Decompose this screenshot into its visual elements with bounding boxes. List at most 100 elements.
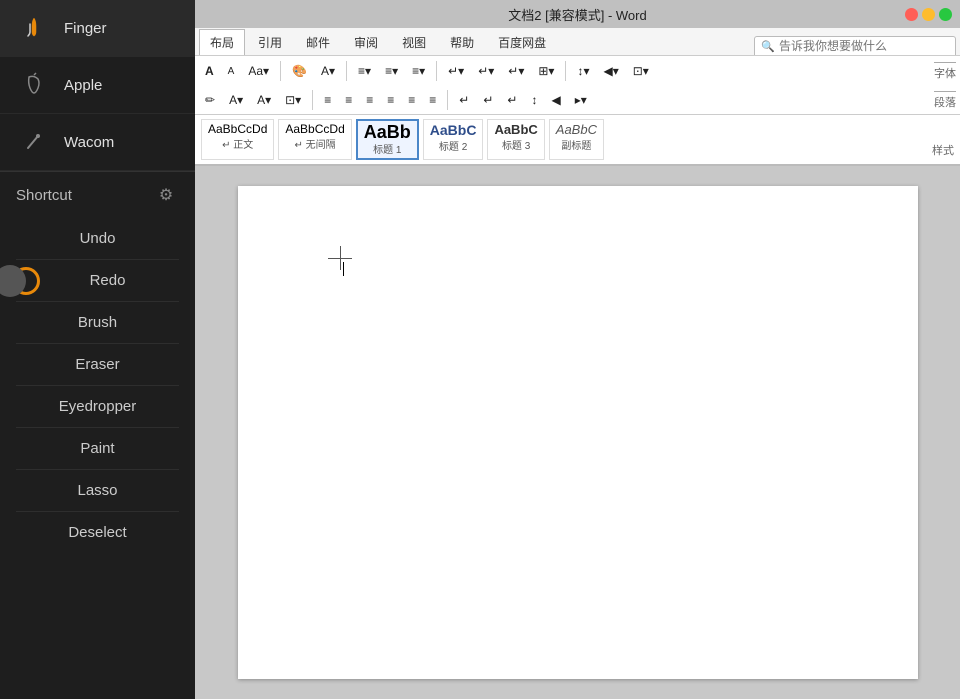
increase-indent-btn[interactable]: ↵▾ — [472, 61, 500, 81]
title-bar: 文档2 [兼容模式] - Word — [195, 0, 960, 28]
align-right-btn[interactable]: ⊡▾ — [627, 61, 655, 81]
style-subtitle-label: AaBbC — [556, 122, 597, 137]
apple-icon — [16, 67, 52, 103]
para-spacing-btn[interactable]: ↵ — [477, 90, 499, 110]
shortcut-undo-label: Undo — [80, 230, 116, 247]
style-h2-sublabel: 标题 2 — [439, 138, 467, 153]
shortcut-header: Shortcut ⚙ — [0, 172, 195, 218]
shortcut-item-eyedropper[interactable]: Eyedropper — [0, 386, 195, 427]
search-icon: 🔍 — [761, 40, 775, 53]
borders-btn[interactable]: ⊡▾ — [279, 90, 307, 110]
finger-label: Finger — [64, 20, 107, 37]
style-no-spacing-sublabel: ↵ 无间隔 — [294, 136, 335, 151]
chinese-layout-btn[interactable]: ≡ — [402, 90, 421, 110]
style-normal-label: AaBbCcDd — [208, 122, 267, 136]
document-area[interactable] — [195, 166, 960, 699]
shortcut-settings-button[interactable]: ⚙ — [153, 182, 179, 208]
shading-btn[interactable]: ↕ — [525, 90, 543, 110]
align-center-btn[interactable]: ◀▾ — [597, 61, 624, 81]
style-h1-sublabel: 标题 1 — [373, 141, 401, 156]
justify-btn[interactable]: ≡ — [381, 90, 400, 110]
ribbon-tabs: 布局 引用 邮件 审阅 视图 帮助 百度网盘 🔍 — [195, 28, 960, 56]
style-subtitle[interactable]: AaBbC 副标题 — [549, 119, 604, 160]
tab-layout[interactable]: 布局 — [199, 29, 245, 55]
sep4 — [565, 61, 566, 81]
align-left-btn[interactable]: ↕▾ — [571, 61, 595, 81]
style-normal-sublabel: ↵ 正文 — [222, 136, 253, 151]
shortcut-list: Undo Redo Brush Eraser Eyedropper Paint … — [0, 218, 195, 699]
border-btn[interactable]: ◀ — [545, 90, 566, 110]
tab-baidu[interactable]: 百度网盘 — [487, 29, 557, 55]
shortcut-item-deselect[interactable]: Deselect — [0, 512, 195, 553]
sep3 — [436, 61, 437, 81]
minimize-button[interactable] — [922, 8, 935, 21]
underline-color-btn[interactable]: A▾ — [223, 90, 249, 110]
show-marks-btn[interactable]: ⊞▾ — [532, 61, 560, 81]
style-subtitle-sublabel: 副标题 — [561, 137, 591, 152]
styles-section-label: 样式 — [932, 142, 954, 160]
more-btn[interactable]: ▸▾ — [569, 90, 593, 110]
document-page[interactable] — [238, 186, 918, 679]
finger-icon — [16, 10, 52, 46]
ribbon-row2: ✏ A▾ A▾ ⊡▾ ≡ ≡ ≡ ≡ ≡ ≡ ↵ ↵ ↵ ↕ ◀ ▸▾ 段落 — [195, 86, 960, 114]
font-size-small-btn[interactable]: A — [222, 63, 241, 80]
style-h2-label: AaBbC — [430, 122, 477, 138]
sep2 — [346, 61, 347, 81]
maximize-button[interactable] — [939, 8, 952, 21]
shortcut-item-paint[interactable]: Paint — [0, 428, 195, 469]
tab-mail[interactable]: 邮件 — [295, 29, 341, 55]
shortcut-lasso-label: Lasso — [77, 482, 117, 499]
sep5 — [312, 90, 313, 110]
pen-btn[interactable]: ✏ — [199, 90, 221, 110]
font-shading-btn[interactable]: A▾ — [251, 90, 277, 110]
cursor-cross — [328, 246, 352, 270]
wacom-label: Wacom — [64, 134, 114, 151]
para-section-label: 段落 — [934, 91, 956, 110]
align-left2-btn[interactable]: ≡ — [318, 90, 337, 110]
wacom-icon — [16, 124, 52, 160]
shortcut-deselect-label: Deselect — [68, 524, 126, 541]
shortcut-item-eraser[interactable]: Eraser — [0, 344, 195, 385]
sort-btn[interactable]: ↵▾ — [502, 61, 530, 81]
font-face-btn[interactable]: Aa▾ — [242, 61, 275, 81]
sep1 — [280, 61, 281, 81]
tab-review[interactable]: 审阅 — [343, 29, 389, 55]
shortcut-item-lasso[interactable]: Lasso — [0, 470, 195, 511]
tab-view[interactable]: 视图 — [391, 29, 437, 55]
sidebar-item-apple[interactable]: Apple — [0, 57, 195, 114]
numbering-btn[interactable]: ≡▾ — [379, 61, 404, 81]
chinese-layout2-btn[interactable]: ≡ — [423, 90, 442, 110]
style-no-spacing[interactable]: AaBbCcDd ↵ 无间隔 — [278, 119, 351, 160]
shortcut-item-redo[interactable]: Redo — [0, 260, 195, 301]
shortcut-eyedropper-label: Eyedropper — [59, 398, 137, 415]
decrease-indent-btn[interactable]: ↵▾ — [442, 61, 470, 81]
font-size-large-btn[interactable]: A — [199, 61, 220, 81]
text-cursor — [343, 262, 344, 276]
shortcut-eraser-label: Eraser — [75, 356, 119, 373]
style-h3[interactable]: AaBbC 标题 3 — [487, 119, 544, 160]
style-no-spacing-label: AaBbCcDd — [285, 122, 344, 136]
line-spacing-btn[interactable]: ↵ — [453, 90, 475, 110]
sep6 — [447, 90, 448, 110]
align-right2-btn[interactable]: ≡ — [360, 90, 379, 110]
para-spacing2-btn[interactable]: ↵ — [501, 90, 523, 110]
style-h1[interactable]: AaBb 标题 1 — [356, 119, 419, 160]
multilevel-btn[interactable]: ≡▾ — [406, 61, 431, 81]
shortcut-label: Shortcut — [16, 187, 72, 204]
shortcut-item-brush[interactable]: Brush — [0, 302, 195, 343]
style-h2[interactable]: AaBbC 标题 2 — [423, 119, 484, 160]
style-h3-sublabel: 标题 3 — [502, 137, 530, 152]
sidebar-item-finger[interactable]: Finger — [0, 0, 195, 57]
tab-reference[interactable]: 引用 — [247, 29, 293, 55]
ribbon-search-input[interactable] — [779, 39, 949, 53]
shortcut-item-undo[interactable]: Undo — [0, 218, 195, 259]
highlight-color-btn[interactable]: 🎨 — [286, 61, 313, 81]
font-color-btn[interactable]: A▾ — [315, 61, 341, 81]
bullets-btn[interactable]: ≡▾ — [352, 61, 377, 81]
close-button[interactable] — [905, 8, 918, 21]
sidebar-item-wacom[interactable]: Wacom — [0, 114, 195, 171]
word-window: 文档2 [兼容模式] - Word 布局 引用 邮件 审阅 视图 帮助 百度网盘… — [195, 0, 960, 699]
tab-help[interactable]: 帮助 — [439, 29, 485, 55]
align-center2-btn[interactable]: ≡ — [339, 90, 358, 110]
style-normal[interactable]: AaBbCcDd ↵ 正文 — [201, 119, 274, 160]
